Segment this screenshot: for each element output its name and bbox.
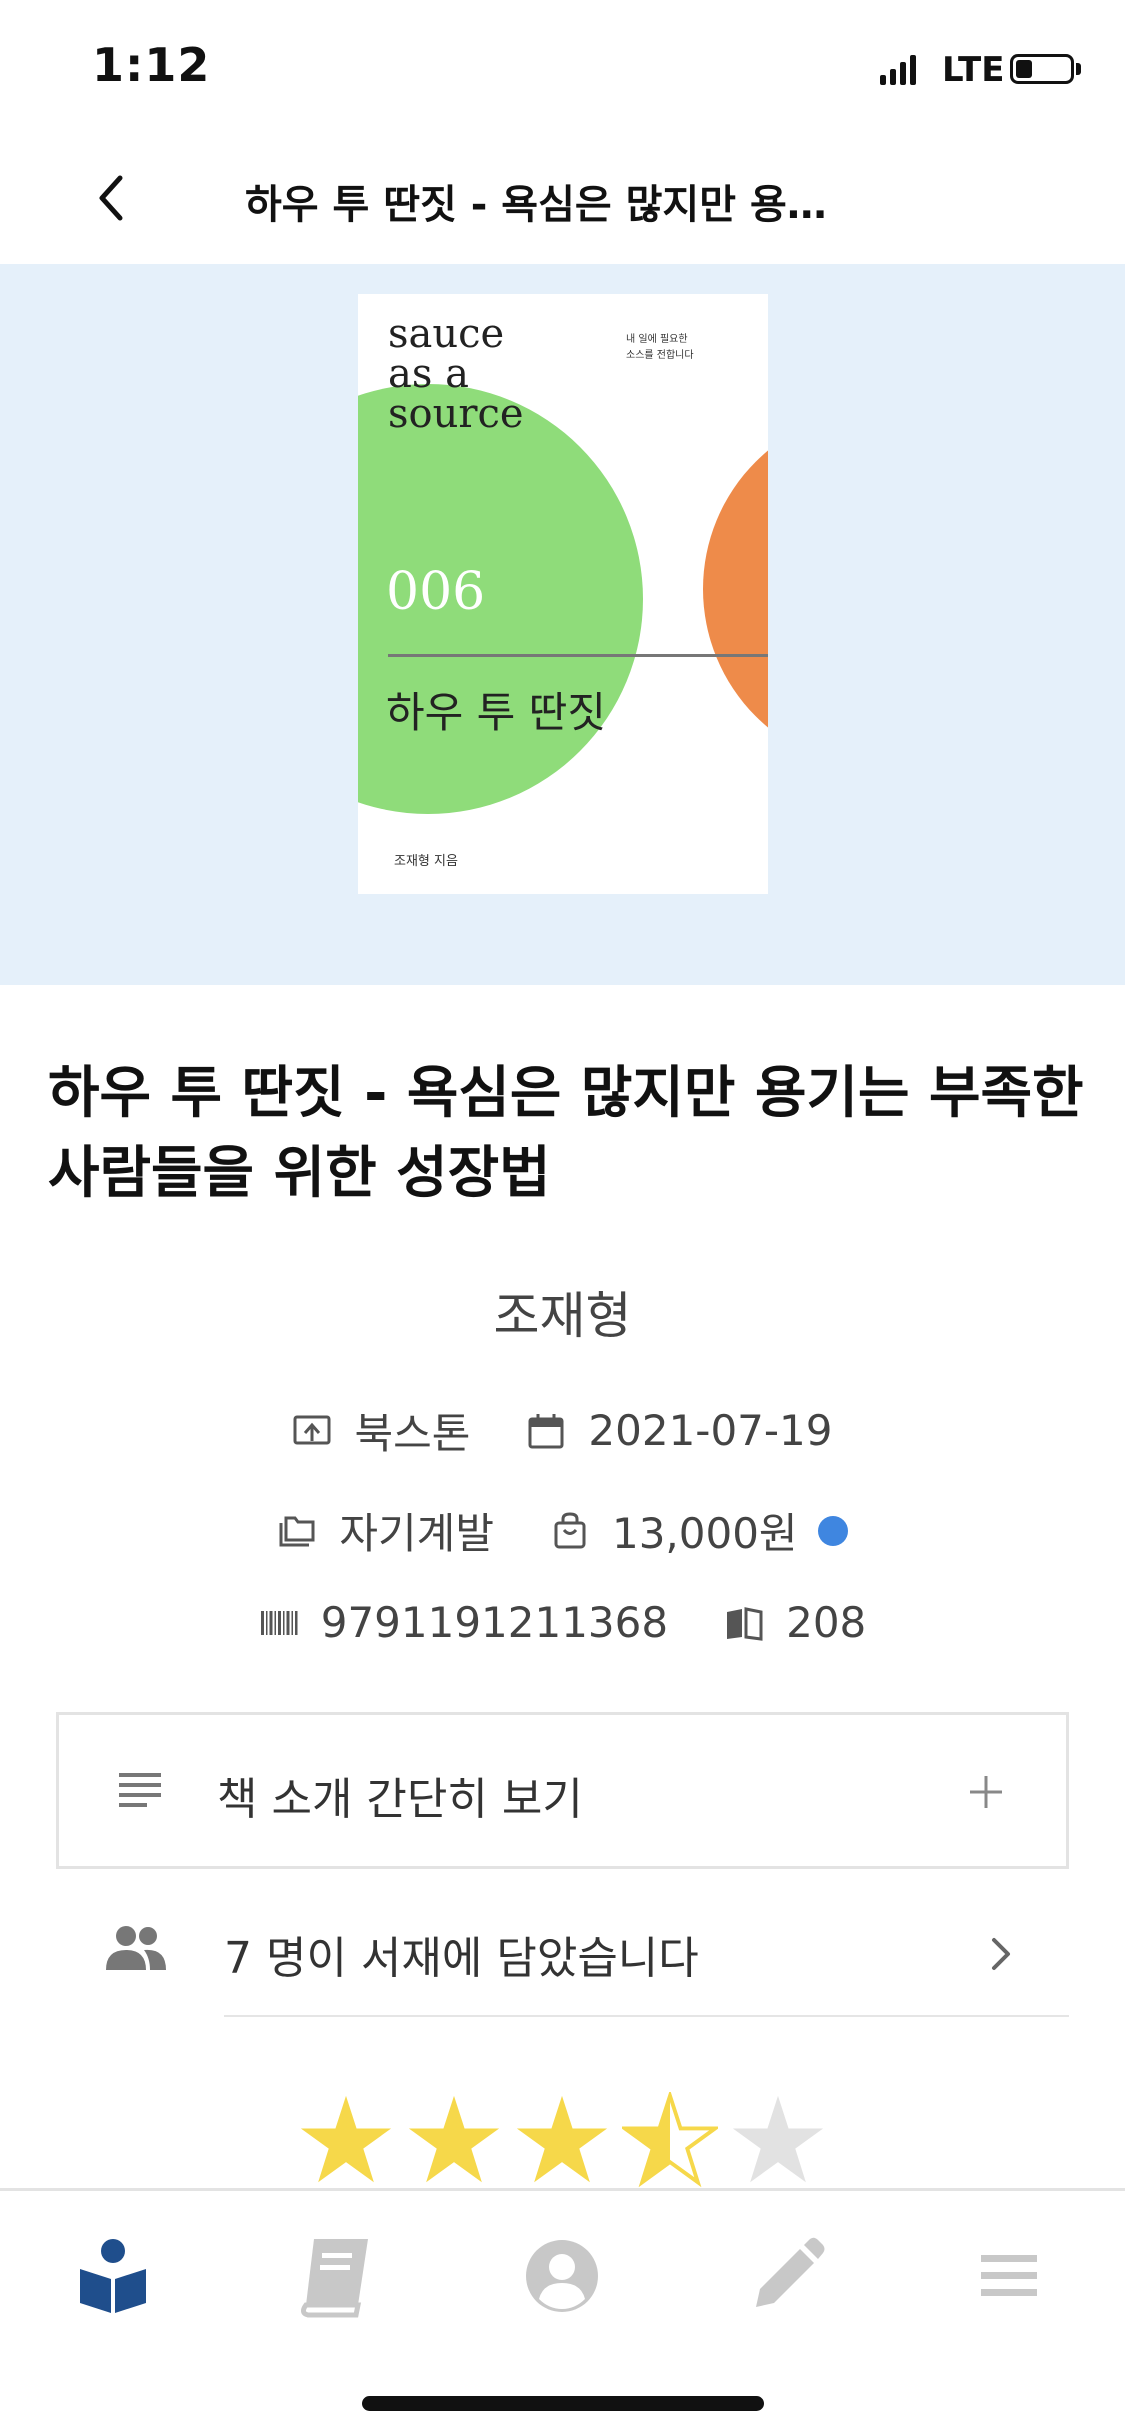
cover-orange-circle bbox=[703, 409, 768, 769]
chevron-left-icon bbox=[99, 175, 123, 221]
book-author: 조재형 bbox=[493, 1287, 632, 1345]
isbn: 9791191211368 bbox=[320, 1598, 669, 1647]
half-star-icon[interactable] bbox=[622, 2092, 718, 2188]
cover-title: 하우 투 딴짓 bbox=[386, 688, 606, 737]
pencil-icon bbox=[756, 2237, 825, 2307]
folder-icon bbox=[279, 1516, 315, 1546]
network-label: LTE bbox=[942, 50, 1005, 90]
book-icon bbox=[300, 2239, 368, 2318]
tab-reading[interactable] bbox=[68, 2231, 158, 2321]
date-item: 2021-07-19 bbox=[526, 1406, 833, 1455]
publish-date: 2021-07-19 bbox=[588, 1406, 833, 1455]
star-icon[interactable] bbox=[406, 2092, 502, 2188]
nav-header: 하우 투 딴짓 - 욕심은 많지만 용… bbox=[0, 132, 1125, 264]
star-empty-icon[interactable] bbox=[730, 2092, 826, 2188]
cover-area: sauce as a source 내 일에 필요한 소스를 전합니다 006 … bbox=[0, 264, 1125, 985]
category-item: 자기계발 bbox=[277, 1500, 494, 1561]
open-book-icon bbox=[727, 1606, 763, 1641]
cover-number: 006 bbox=[386, 562, 486, 622]
library-saves-row[interactable]: 7 명이 서재에 담았습니다 bbox=[56, 1880, 1069, 2018]
page-count: 208 bbox=[786, 1598, 867, 1647]
publisher: 북스톤 bbox=[354, 1409, 471, 1458]
tab-menu[interactable] bbox=[967, 2231, 1057, 2321]
book-reader-icon bbox=[80, 2239, 146, 2313]
user-icon bbox=[526, 2240, 598, 2312]
summary-label: 책 소개 간단히 보기 bbox=[217, 1774, 583, 1825]
meta-row-1: 북스톤 2021-07-19 bbox=[0, 1400, 1125, 1461]
book-cover-image: sauce as a source 내 일에 필요한 소스를 전합니다 006 … bbox=[358, 294, 768, 894]
chevron-right-icon bbox=[992, 1938, 1010, 1970]
price-item: 13,000원 bbox=[550, 1500, 848, 1561]
book-summary-toggle[interactable]: 책 소개 간단히 보기 bbox=[56, 1712, 1069, 1869]
barcode-icon bbox=[260, 1610, 298, 1635]
pages-item: 208 bbox=[724, 1598, 866, 1647]
cover-author: 조재형 지음 bbox=[394, 854, 458, 869]
menu-icon bbox=[981, 2255, 1037, 2296]
calendar-icon bbox=[528, 1413, 564, 1448]
tab-library[interactable] bbox=[292, 2231, 382, 2321]
price-indicator-dot bbox=[817, 1515, 848, 1546]
shopping-bag-icon bbox=[554, 1511, 586, 1548]
publisher-icon bbox=[293, 1415, 331, 1444]
isbn-item: 9791191211368 bbox=[259, 1598, 668, 1647]
meta-row-3: 9791191211368 208 bbox=[0, 1598, 1125, 1647]
tab-profile[interactable] bbox=[517, 2231, 607, 2321]
star-icon[interactable] bbox=[298, 2092, 394, 2188]
cover-tagline: 내 일에 필요한 소스를 전합니다 bbox=[626, 334, 694, 361]
notes-icon bbox=[119, 1773, 161, 1807]
cover-divider bbox=[388, 654, 768, 657]
back-button[interactable] bbox=[80, 162, 150, 232]
battery-icon bbox=[1010, 54, 1074, 84]
page-title: 하우 투 딴짓 - 욕심은 많지만 용… bbox=[245, 182, 827, 228]
book-title: 하우 투 딴짓 - 욕심은 많지만 용기는 부족한 사람들을 위한 성장법 bbox=[48, 1061, 1084, 1206]
price: 13,000원 bbox=[611, 1509, 798, 1558]
status-bar: 1:12 LTE bbox=[0, 0, 1125, 132]
home-indicator bbox=[362, 2396, 764, 2411]
star-icon[interactable] bbox=[514, 2092, 610, 2188]
cover-brand: sauce as a source bbox=[388, 311, 524, 437]
people-icon bbox=[106, 1926, 166, 1970]
status-time: 1:12 bbox=[92, 38, 211, 92]
tab-write[interactable] bbox=[742, 2231, 832, 2321]
divider bbox=[224, 2015, 1069, 2017]
plus-icon bbox=[970, 1776, 1002, 1808]
star-rating[interactable] bbox=[298, 2092, 838, 2192]
category: 자기계발 bbox=[339, 1509, 494, 1558]
battery-nub bbox=[1076, 63, 1081, 75]
signal-icon bbox=[880, 55, 916, 85]
library-saves-label: 7 명이 서재에 담았습니다 bbox=[224, 1933, 699, 1984]
meta-row-2: 자기계발 13,000원 bbox=[0, 1500, 1125, 1561]
publisher-item: 북스톤 bbox=[292, 1400, 470, 1461]
